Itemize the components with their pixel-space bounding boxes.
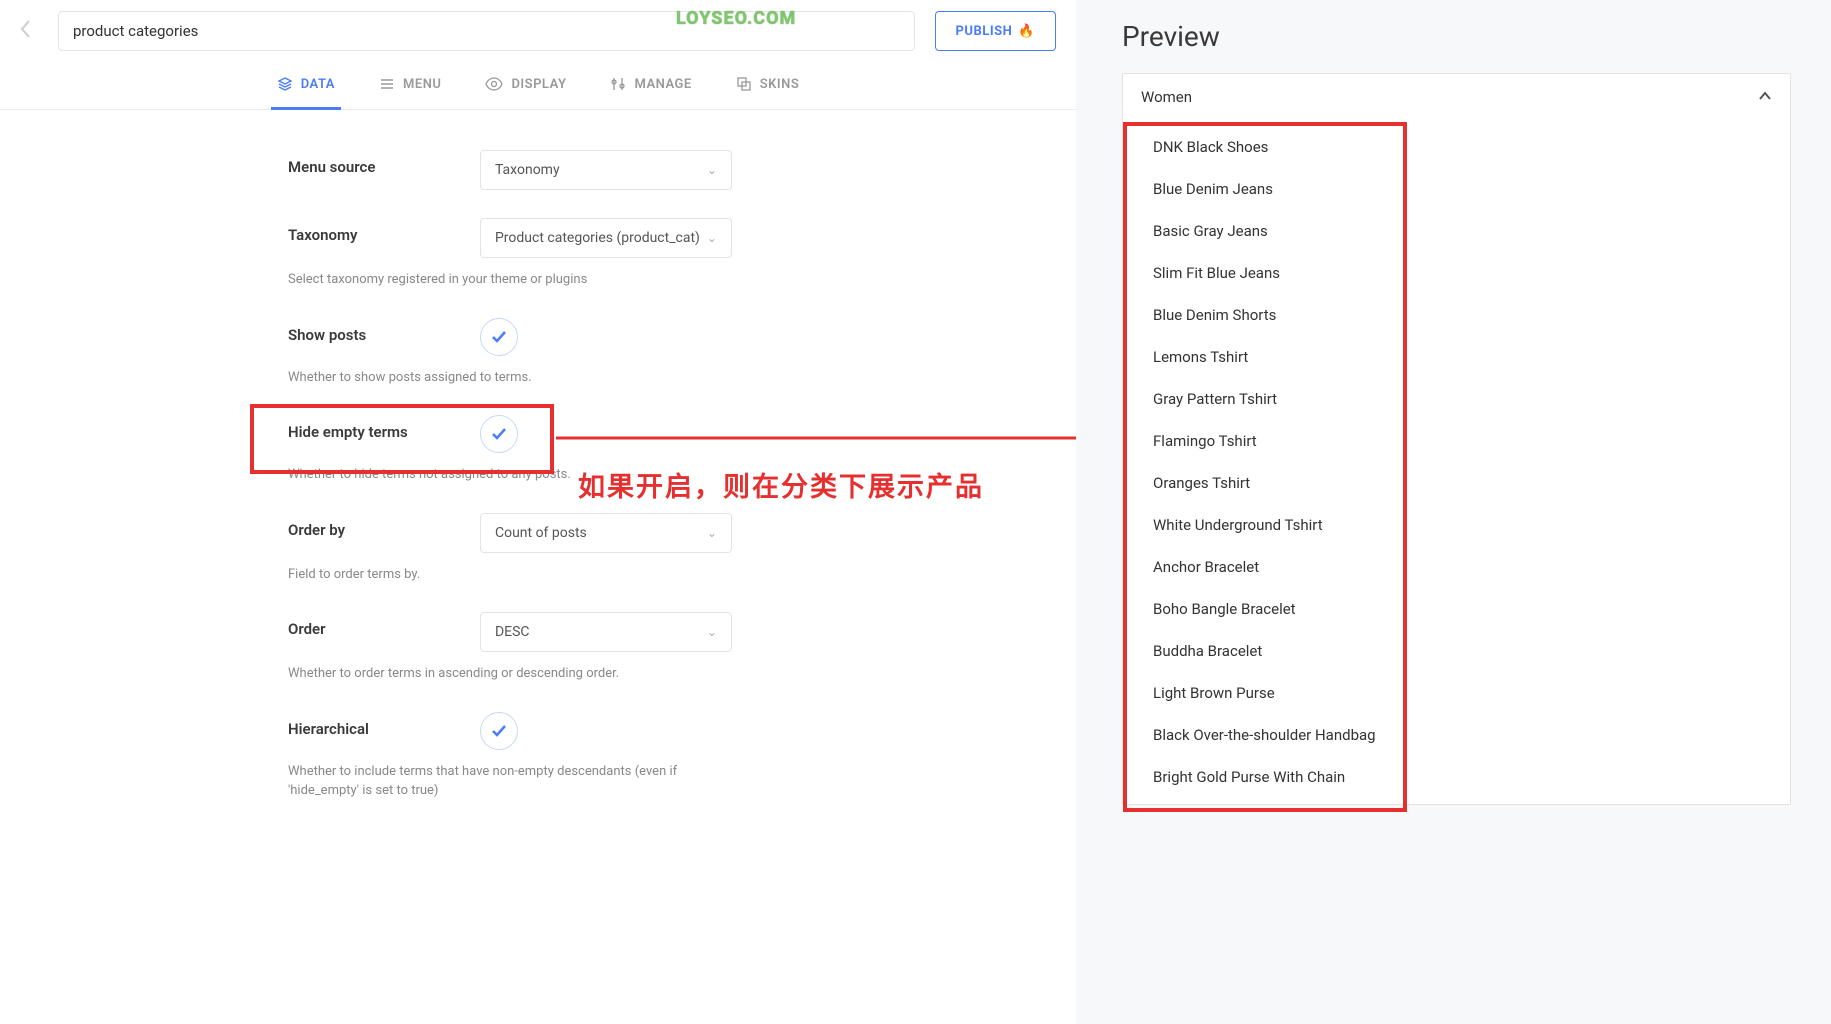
preview-item[interactable]: Blue Denim Shorts: [1123, 294, 1790, 336]
tab-data[interactable]: DATA: [271, 62, 341, 110]
hierarchical-toggle[interactable]: [480, 712, 518, 750]
menu-source-label: Menu source: [288, 150, 476, 176]
fire-icon: 🔥: [1018, 24, 1035, 39]
preview-item[interactable]: Blue Denim Jeans: [1123, 168, 1790, 210]
select-value: Count of posts: [495, 525, 587, 541]
order-select[interactable]: DESC ⌄: [480, 612, 732, 652]
preview-title: Preview: [1122, 20, 1791, 53]
preview-group-label: Women: [1141, 88, 1192, 106]
tab-label: DISPLAY: [511, 77, 566, 92]
order-by-help: Field to order terms by.: [288, 565, 708, 585]
chevron-down-icon: ⌄: [707, 625, 717, 639]
tab-menu[interactable]: MENU: [373, 62, 447, 110]
order-by-label: Order by: [288, 513, 476, 539]
tab-skins[interactable]: SKINS: [730, 62, 806, 110]
menu-icon: [379, 76, 395, 92]
chevron-down-icon: ⌄: [707, 163, 717, 177]
hide-empty-help: Whether to hide terms not assigned to an…: [288, 465, 708, 485]
publish-label: PUBLISH: [956, 24, 1013, 39]
preview-item[interactable]: Boho Bangle Bracelet: [1123, 588, 1790, 630]
select-value: Taxonomy: [495, 162, 560, 178]
preview-item[interactable]: Flamingo Tshirt: [1123, 420, 1790, 462]
select-value: DESC: [495, 624, 530, 640]
preview-item[interactable]: Buddha Bracelet: [1123, 630, 1790, 672]
preview-list: DNK Black ShoesBlue Denim JeansBasic Gra…: [1123, 120, 1790, 804]
check-icon: [489, 327, 509, 347]
select-value: Product categories (product_cat): [495, 230, 700, 246]
hide-empty-label: Hide empty terms: [288, 415, 476, 441]
copy-icon: [736, 76, 752, 92]
tab-label: SKINS: [760, 77, 800, 92]
taxonomy-help: Select taxonomy registered in your theme…: [288, 270, 708, 290]
show-posts-label: Show posts: [288, 318, 476, 344]
title-input[interactable]: [58, 11, 915, 51]
preview-panel: Women DNK Black ShoesBlue Denim JeansBas…: [1122, 73, 1791, 805]
chevron-down-icon: ⌄: [707, 526, 717, 540]
preview-item[interactable]: Anchor Bracelet: [1123, 546, 1790, 588]
tab-label: DATA: [301, 77, 335, 92]
show-posts-help: Whether to show posts assigned to terms.: [288, 368, 708, 388]
menu-source-select[interactable]: Taxonomy ⌄: [480, 150, 732, 190]
order-by-select[interactable]: Count of posts ⌄: [480, 513, 732, 553]
tab-label: MENU: [403, 77, 441, 92]
show-posts-toggle[interactable]: [480, 318, 518, 356]
hide-empty-toggle[interactable]: [480, 415, 518, 453]
sliders-icon: [610, 76, 626, 92]
tab-label: MANAGE: [634, 77, 691, 92]
taxonomy-select[interactable]: Product categories (product_cat) ⌄: [480, 218, 732, 258]
preview-item[interactable]: Basic Gray Jeans: [1123, 210, 1790, 252]
publish-button[interactable]: PUBLISH 🔥: [935, 11, 1056, 51]
tab-display[interactable]: DISPLAY: [479, 62, 572, 110]
preview-item[interactable]: White Underground Tshirt: [1123, 504, 1790, 546]
preview-item[interactable]: Bright Gold Purse With Chain: [1123, 756, 1790, 798]
layers-icon: [277, 76, 293, 92]
tab-bar: DATA MENU DISPLAY MANAGE SKINS: [0, 62, 1076, 110]
hierarchical-label: Hierarchical: [288, 712, 476, 738]
preview-item[interactable]: Lemons Tshirt: [1123, 336, 1790, 378]
preview-item[interactable]: Black Over-the-shoulder Handbag: [1123, 714, 1790, 756]
preview-item[interactable]: DNK Black Shoes: [1123, 126, 1790, 168]
tab-manage[interactable]: MANAGE: [604, 62, 697, 110]
check-icon: [489, 721, 509, 741]
preview-item[interactable]: Slim Fit Blue Jeans: [1123, 252, 1790, 294]
check-icon: [489, 424, 509, 444]
back-chevron-icon[interactable]: [20, 19, 38, 44]
preview-item[interactable]: Oranges Tshirt: [1123, 462, 1790, 504]
preview-item[interactable]: Light Brown Purse: [1123, 672, 1790, 714]
taxonomy-label: Taxonomy: [288, 218, 476, 244]
order-help: Whether to order terms in ascending or d…: [288, 664, 708, 684]
chevron-down-icon: ⌄: [707, 231, 717, 245]
eye-icon: [485, 76, 503, 92]
hierarchical-help: Whether to include terms that have non-e…: [288, 762, 708, 801]
preview-group-header[interactable]: Women: [1123, 74, 1790, 120]
chevron-up-icon: [1758, 89, 1772, 105]
order-label: Order: [288, 612, 476, 638]
preview-item[interactable]: Gray Pattern Tshirt: [1123, 378, 1790, 420]
